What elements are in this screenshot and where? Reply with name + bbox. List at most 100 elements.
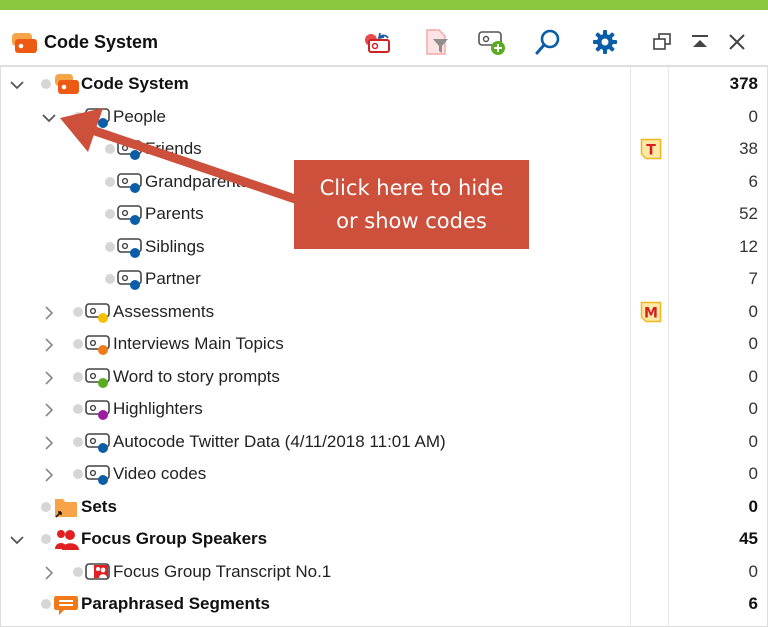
tree-item-label[interactable]: Word to story prompts — [113, 367, 280, 387]
tree-row[interactable]: People 0 — [0, 101, 768, 134]
search-button[interactable] — [532, 26, 564, 58]
activation-dot[interactable] — [41, 501, 51, 512]
tree-item-label[interactable]: Highlighters — [113, 399, 203, 419]
code-icon — [84, 365, 112, 389]
activation-dot[interactable] — [73, 371, 83, 382]
activation-dot[interactable] — [41, 534, 51, 544]
tree-row[interactable]: Highlighters 0 — [0, 393, 768, 426]
coded-segments-count: 12 — [739, 236, 758, 256]
tree-item-label[interactable]: Paraphrased Segments — [81, 594, 270, 614]
coded-segments-count: 52 — [739, 204, 758, 223]
activation-dot[interactable] — [105, 209, 115, 219]
coded-segments-count: 0 — [748, 561, 758, 581]
chevron-right-icon[interactable] — [40, 466, 58, 484]
tree-item-label[interactable]: Video codes — [113, 464, 206, 484]
accent-bar — [0, 0, 768, 10]
coded-segments-count: 0 — [748, 496, 758, 516]
tree-item-label[interactable]: Parents — [145, 204, 204, 224]
tree-item-label[interactable]: Partner — [145, 269, 201, 289]
collapse-icon — [692, 35, 708, 47]
activate-codes-icon — [365, 32, 390, 53]
tree-item-label[interactable]: Interviews Main Topics — [113, 334, 284, 354]
new-code-icon — [478, 31, 505, 55]
coded-segments-count: 45 — [739, 529, 758, 548]
tree-row[interactable]: Assessments M 0 — [0, 296, 768, 329]
tree-row[interactable]: Focus Group Transcript No.1 0 — [0, 556, 768, 589]
tree-row[interactable]: Code System 378 — [0, 68, 768, 101]
tree-row[interactable]: Video codes 0 — [0, 458, 768, 491]
code-icon — [116, 137, 144, 161]
code-system-logo-icon — [12, 33, 37, 53]
chevron-right-icon[interactable] — [40, 304, 58, 322]
chevron-right-icon[interactable] — [40, 369, 58, 387]
chevron-down-icon[interactable] — [8, 76, 26, 94]
code-icon — [84, 300, 112, 324]
chevron-right-icon[interactable] — [40, 434, 58, 452]
chevron-right-icon[interactable] — [40, 336, 58, 354]
coded-segments-count: 38 — [739, 139, 758, 158]
speakers-icon — [52, 527, 80, 551]
callout-box: Click here to hide or show codes — [294, 160, 529, 249]
memo-icon[interactable]: M — [640, 301, 662, 323]
tree-item-label[interactable]: Assessments — [113, 302, 214, 322]
chevron-right-icon[interactable] — [40, 401, 58, 419]
new-code-button[interactable] — [476, 26, 508, 58]
activation-dot[interactable] — [73, 339, 83, 349]
tree-row[interactable]: Paraphrased Segments 6 — [0, 588, 768, 621]
activation-dot[interactable] — [105, 274, 115, 284]
code-icon — [84, 105, 112, 129]
close-button[interactable] — [721, 26, 753, 58]
chevron-down-icon[interactable] — [40, 109, 58, 127]
sets-folder-icon — [52, 495, 80, 519]
coded-segments-count: 6 — [748, 171, 758, 191]
tree-row[interactable]: Partner 7 — [0, 263, 768, 296]
undock-button[interactable] — [646, 26, 678, 58]
activation-dot[interactable] — [105, 144, 115, 154]
speaker-code-icon — [84, 560, 112, 584]
activation-dot[interactable] — [73, 306, 83, 317]
search-icon — [535, 29, 560, 55]
callout-line-2: or show codes — [336, 208, 487, 233]
tree-item-label[interactable]: Focus Group Speakers — [81, 529, 267, 549]
coded-segments-count: 378 — [729, 74, 758, 93]
activation-dot[interactable] — [73, 566, 83, 577]
tree-item-label[interactable]: Autocode Twitter Data (4/11/2018 11:01 A… — [113, 432, 446, 452]
tree-row[interactable]: Sets 0 — [0, 491, 768, 524]
chevron-down-icon[interactable] — [8, 531, 26, 549]
chevron-right-icon[interactable] — [40, 564, 58, 582]
filter-button[interactable] — [421, 26, 453, 58]
tree-item-label[interactable]: Siblings — [145, 237, 205, 257]
tree-item-label[interactable]: Sets — [81, 497, 117, 517]
gear-icon — [593, 30, 617, 54]
activation-dot[interactable] — [73, 436, 83, 447]
activation-dot[interactable] — [41, 79, 51, 89]
activation-dot[interactable] — [41, 599, 51, 609]
settings-button[interactable] — [589, 26, 621, 58]
close-icon — [729, 34, 745, 50]
activation-dot[interactable] — [73, 404, 83, 414]
coded-segments-count: 0 — [748, 106, 758, 126]
coded-segments-count: 0 — [748, 301, 758, 321]
tree-item-label[interactable]: People — [113, 107, 166, 127]
activation-dot[interactable] — [73, 469, 83, 479]
tree-item-label[interactable]: Friends — [145, 139, 202, 159]
tree-row[interactable]: Word to story prompts 0 — [0, 361, 768, 394]
tree-row[interactable]: Autocode Twitter Data (4/11/2018 11:01 A… — [0, 426, 768, 459]
activation-dot[interactable] — [105, 241, 115, 252]
memo-icon[interactable]: T — [640, 138, 662, 160]
tree-item-label[interactable]: Focus Group Transcript No.1 — [113, 562, 331, 582]
filter-icon — [426, 29, 448, 55]
code-icon — [84, 332, 112, 356]
activate-codes-button[interactable] — [362, 26, 394, 58]
paraphrase-icon — [52, 592, 80, 616]
coded-segments-count: 7 — [748, 269, 758, 288]
code-system-icon — [52, 72, 80, 96]
tree-item-label[interactable]: Grandparents — [145, 172, 249, 192]
activation-dot[interactable] — [105, 176, 115, 187]
collapse-panel-button[interactable] — [684, 26, 716, 58]
tree-row[interactable]: Focus Group Speakers 45 — [0, 523, 768, 556]
svg-text:M: M — [644, 305, 658, 321]
tree-row[interactable]: Interviews Main Topics 0 — [0, 328, 768, 361]
tree-item-label[interactable]: Code System — [81, 74, 189, 94]
activation-dot[interactable] — [73, 111, 83, 122]
